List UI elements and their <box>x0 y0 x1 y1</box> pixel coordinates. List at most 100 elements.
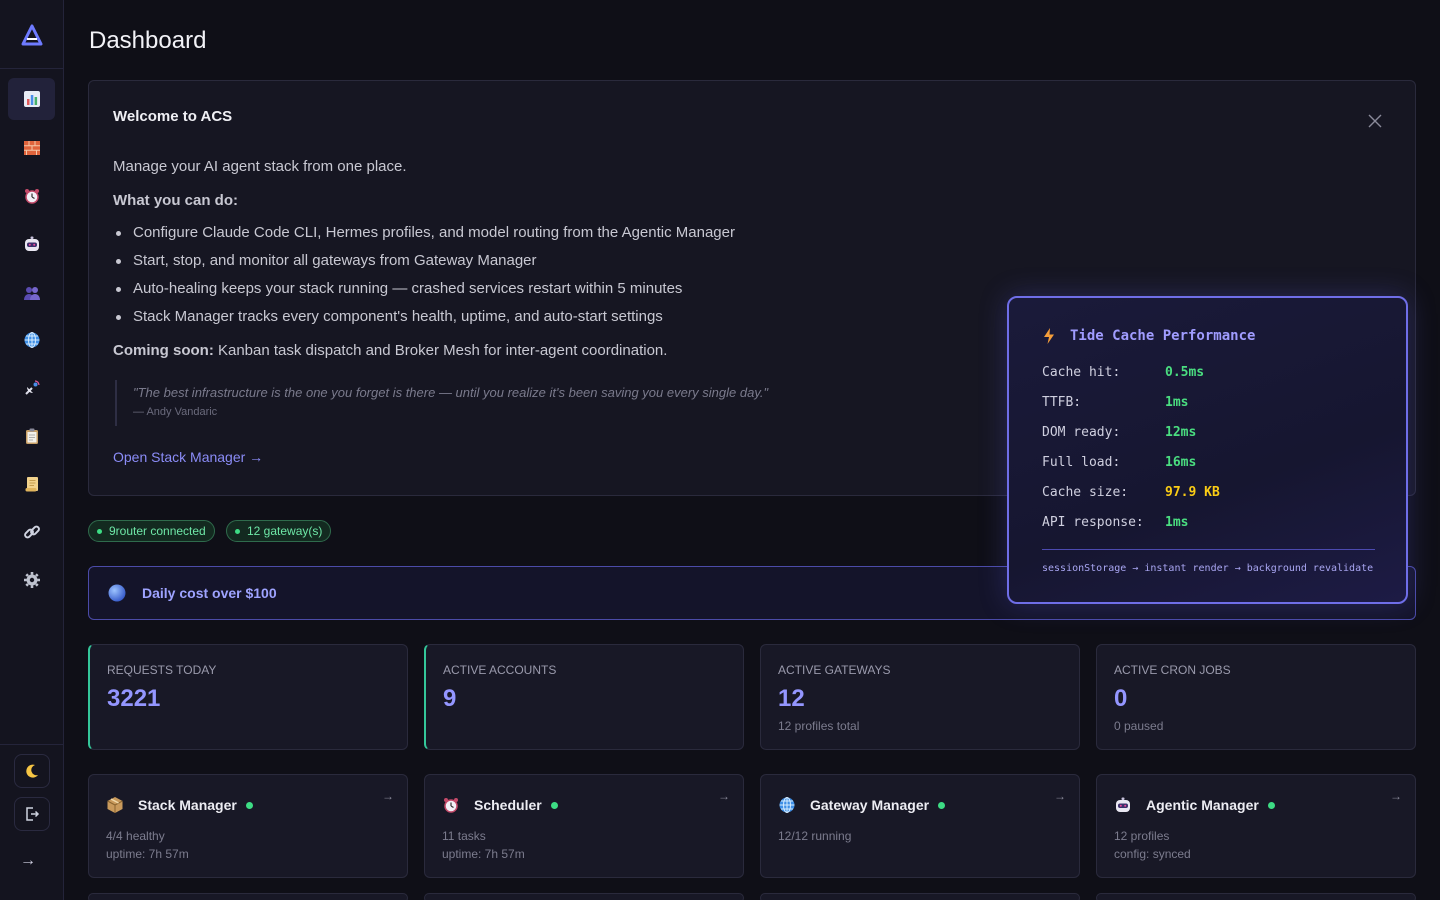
status-dot <box>97 528 102 534</box>
sidebar-bottom-divider <box>0 744 64 745</box>
nav-scheduler[interactable] <box>8 175 55 217</box>
service-config: config: synced <box>1114 847 1191 861</box>
card-peek <box>1096 893 1416 900</box>
list-item: Start, stop, and monitor all gateways fr… <box>113 250 735 278</box>
close-icon[interactable] <box>1367 113 1383 129</box>
service-card-agentic-manager[interactable]: Agentic Manager → 12 profiles config: sy… <box>1096 774 1416 878</box>
coming-soon: Coming soon: Kanban task dispatch and Br… <box>113 342 667 359</box>
stat-card-accounts: ACTIVE ACCOUNTS 9 <box>424 644 744 750</box>
service-name: Stack Manager <box>138 797 237 813</box>
theme-toggle-button[interactable] <box>14 754 50 788</box>
nav-gateways[interactable] <box>8 319 55 361</box>
service-uptime: uptime: 7h 57m <box>106 847 189 861</box>
router-status-badge: 9router connected <box>88 520 215 542</box>
metric-value: 16ms <box>1165 455 1197 470</box>
stat-label: ACTIVE ACCOUNTS <box>443 663 557 677</box>
scroll-icon <box>25 477 38 492</box>
metric-label: DOM ready: <box>1042 425 1121 440</box>
open-stack-manager-link[interactable]: Open Stack Manager → <box>113 449 263 465</box>
logout-button[interactable] <box>14 797 50 831</box>
stat-label: ACTIVE GATEWAYS <box>778 663 891 677</box>
metric-value: 97.9 KB <box>1165 485 1220 500</box>
sidebar-expand-button[interactable]: → <box>20 852 36 870</box>
stat-label: REQUESTS TODAY <box>107 663 217 677</box>
metric-label: Cache hit: <box>1042 365 1121 380</box>
stat-value: 9 <box>443 685 457 712</box>
welcome-subhead: What you can do: <box>113 192 238 209</box>
nav-integrations[interactable] <box>8 511 55 553</box>
link-icon <box>23 525 40 539</box>
nav-tasks[interactable] <box>8 415 55 457</box>
stat-card-gateways: ACTIVE GATEWAYS 12 12 profiles total <box>760 644 1080 750</box>
arrow-right-icon[interactable]: → <box>718 789 730 803</box>
metric-value: 1ms <box>1165 395 1189 410</box>
card-peek <box>424 893 744 900</box>
panel-footer: sessionStorage → instant render → backgr… <box>1042 563 1374 574</box>
arrow-right-icon[interactable]: → <box>1054 789 1066 803</box>
logo-icon[interactable] <box>20 23 44 47</box>
sidebar: → <box>0 0 64 900</box>
welcome-title: Welcome to ACS <box>113 108 233 125</box>
nav-broker[interactable] <box>8 367 55 409</box>
stat-sub: 12 profiles total <box>778 719 860 733</box>
nav-accounts[interactable] <box>8 272 55 314</box>
service-card-stack-manager[interactable]: Stack Manager → 4/4 healthy uptime: 7h 5… <box>88 774 408 878</box>
sidebar-divider <box>0 68 64 69</box>
robot-icon <box>1116 797 1130 812</box>
service-uptime: uptime: 7h 57m <box>442 847 525 861</box>
metric-value: 1ms <box>1165 515 1189 530</box>
gear-icon <box>23 572 40 588</box>
quote-text: "The best infrastructure is the one you … <box>133 385 769 400</box>
arrow-right-icon[interactable]: → <box>382 789 394 803</box>
users-icon <box>23 287 40 300</box>
metric-label: API response: <box>1042 515 1144 530</box>
clipboard-icon <box>25 428 38 444</box>
service-card-gateway-manager[interactable]: Gateway Manager → 12/12 running <box>760 774 1080 878</box>
list-item: Auto-healing keeps your stack running — … <box>113 278 735 306</box>
service-card-scheduler[interactable]: Scheduler → 11 tasks uptime: 7h 57m <box>424 774 744 878</box>
metric-row: Cache size: 97.9 KB <box>1042 485 1220 500</box>
metric-label: Full load: <box>1042 455 1121 470</box>
service-detail: 12 profiles <box>1114 829 1170 843</box>
metric-row: Full load: 16ms <box>1042 455 1196 470</box>
brick-wall-icon <box>23 141 40 155</box>
status-dot <box>550 801 558 809</box>
package-icon <box>107 797 123 813</box>
feature-list: Configure Claude Code CLI, Hermes profil… <box>113 222 735 334</box>
card-peek <box>88 893 408 900</box>
globe-icon <box>24 332 39 348</box>
lightning-icon <box>1044 328 1054 344</box>
logout-icon <box>26 807 40 821</box>
service-detail: 11 tasks <box>442 829 486 843</box>
status-dot <box>1267 801 1275 809</box>
metric-value: 0.5ms <box>1165 365 1205 380</box>
list-item: Stack Manager tracks every component's h… <box>113 306 735 334</box>
metric-label: Cache size: <box>1042 485 1129 500</box>
card-peek <box>760 893 1080 900</box>
coming-soon-label: Coming soon: <box>113 342 214 359</box>
status-badge-label: 12 gateway(s) <box>247 524 323 538</box>
status-badge-label: 9router connected <box>109 524 206 538</box>
blue-circle-icon <box>108 584 126 602</box>
nav-settings[interactable] <box>8 559 55 601</box>
nav-dashboard[interactable] <box>8 78 55 120</box>
service-name: Scheduler <box>474 797 542 813</box>
arrow-right-icon[interactable]: → <box>1390 789 1402 803</box>
alert-text: Daily cost over $100 <box>142 585 277 601</box>
metric-row: TTFB: 1ms <box>1042 395 1188 410</box>
service-name: Gateway Manager <box>810 797 930 813</box>
welcome-intro: Manage your AI agent stack from one plac… <box>113 158 407 175</box>
list-item: Configure Claude Code CLI, Hermes profil… <box>113 222 735 250</box>
metric-row: Cache hit: 0.5ms <box>1042 365 1204 380</box>
robot-icon <box>24 236 39 251</box>
stat-card-requests: REQUESTS TODAY 3221 <box>88 644 408 750</box>
nav-stack[interactable] <box>8 127 55 169</box>
panel-divider <box>1042 549 1375 550</box>
service-detail: 4/4 healthy <box>106 829 165 843</box>
stat-value: 3221 <box>107 685 161 712</box>
stat-card-cron: ACTIVE CRON JOBS 0 0 paused <box>1096 644 1416 750</box>
nav-agentic[interactable] <box>8 223 55 265</box>
alarm-clock-icon <box>444 798 458 813</box>
nav-logs[interactable] <box>8 463 55 505</box>
moon-icon <box>26 764 38 778</box>
